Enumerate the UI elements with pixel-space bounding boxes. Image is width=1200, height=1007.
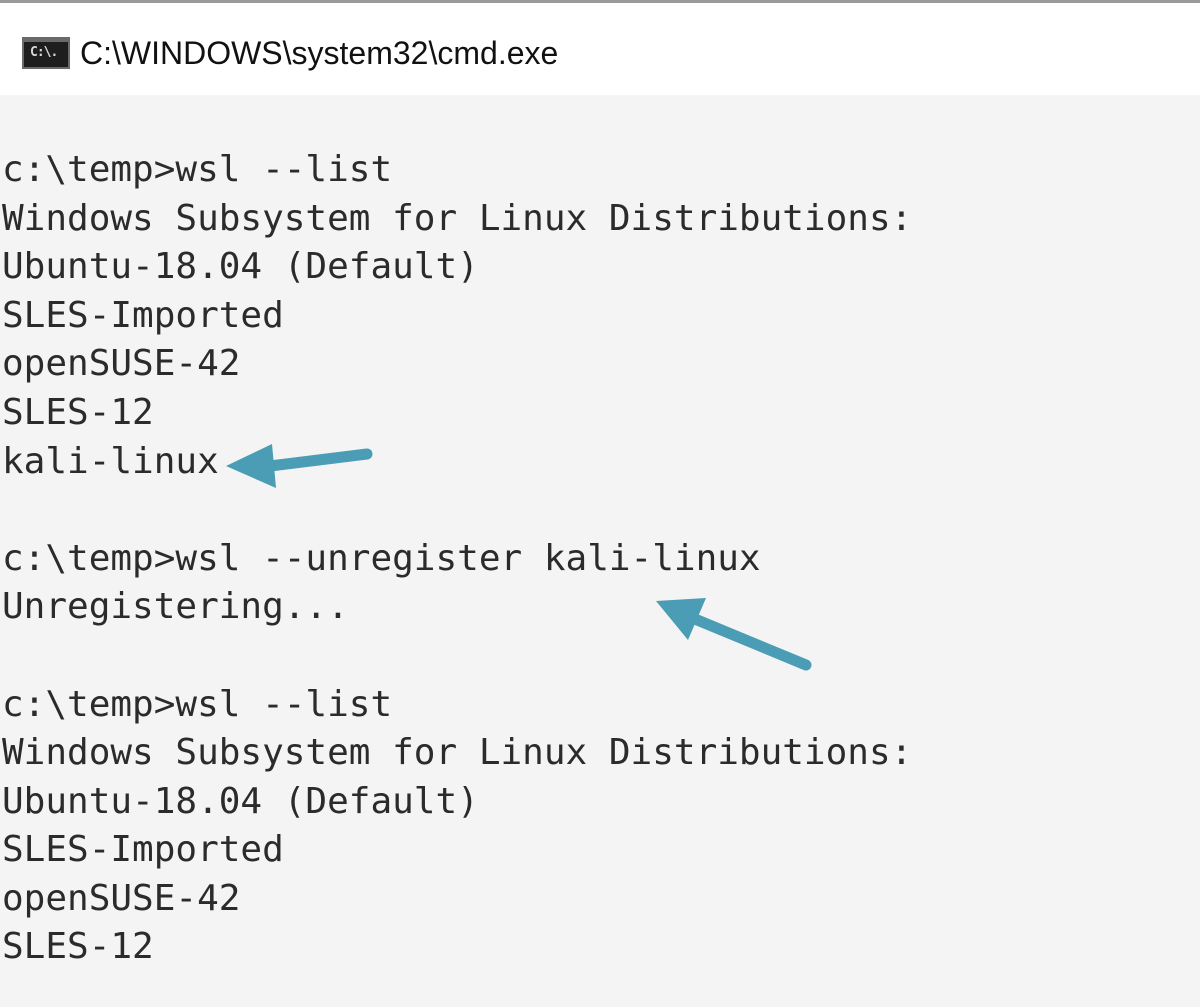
annotation-arrows bbox=[226, 444, 812, 671]
arrow-pointing-to-kali-linux-icon bbox=[226, 444, 373, 488]
cmd-window: C:\. C:\WINDOWS\system32\cmd.exe c:\temp… bbox=[0, 0, 1200, 1007]
arrow-pointing-to-unregister-command-icon bbox=[656, 598, 812, 671]
